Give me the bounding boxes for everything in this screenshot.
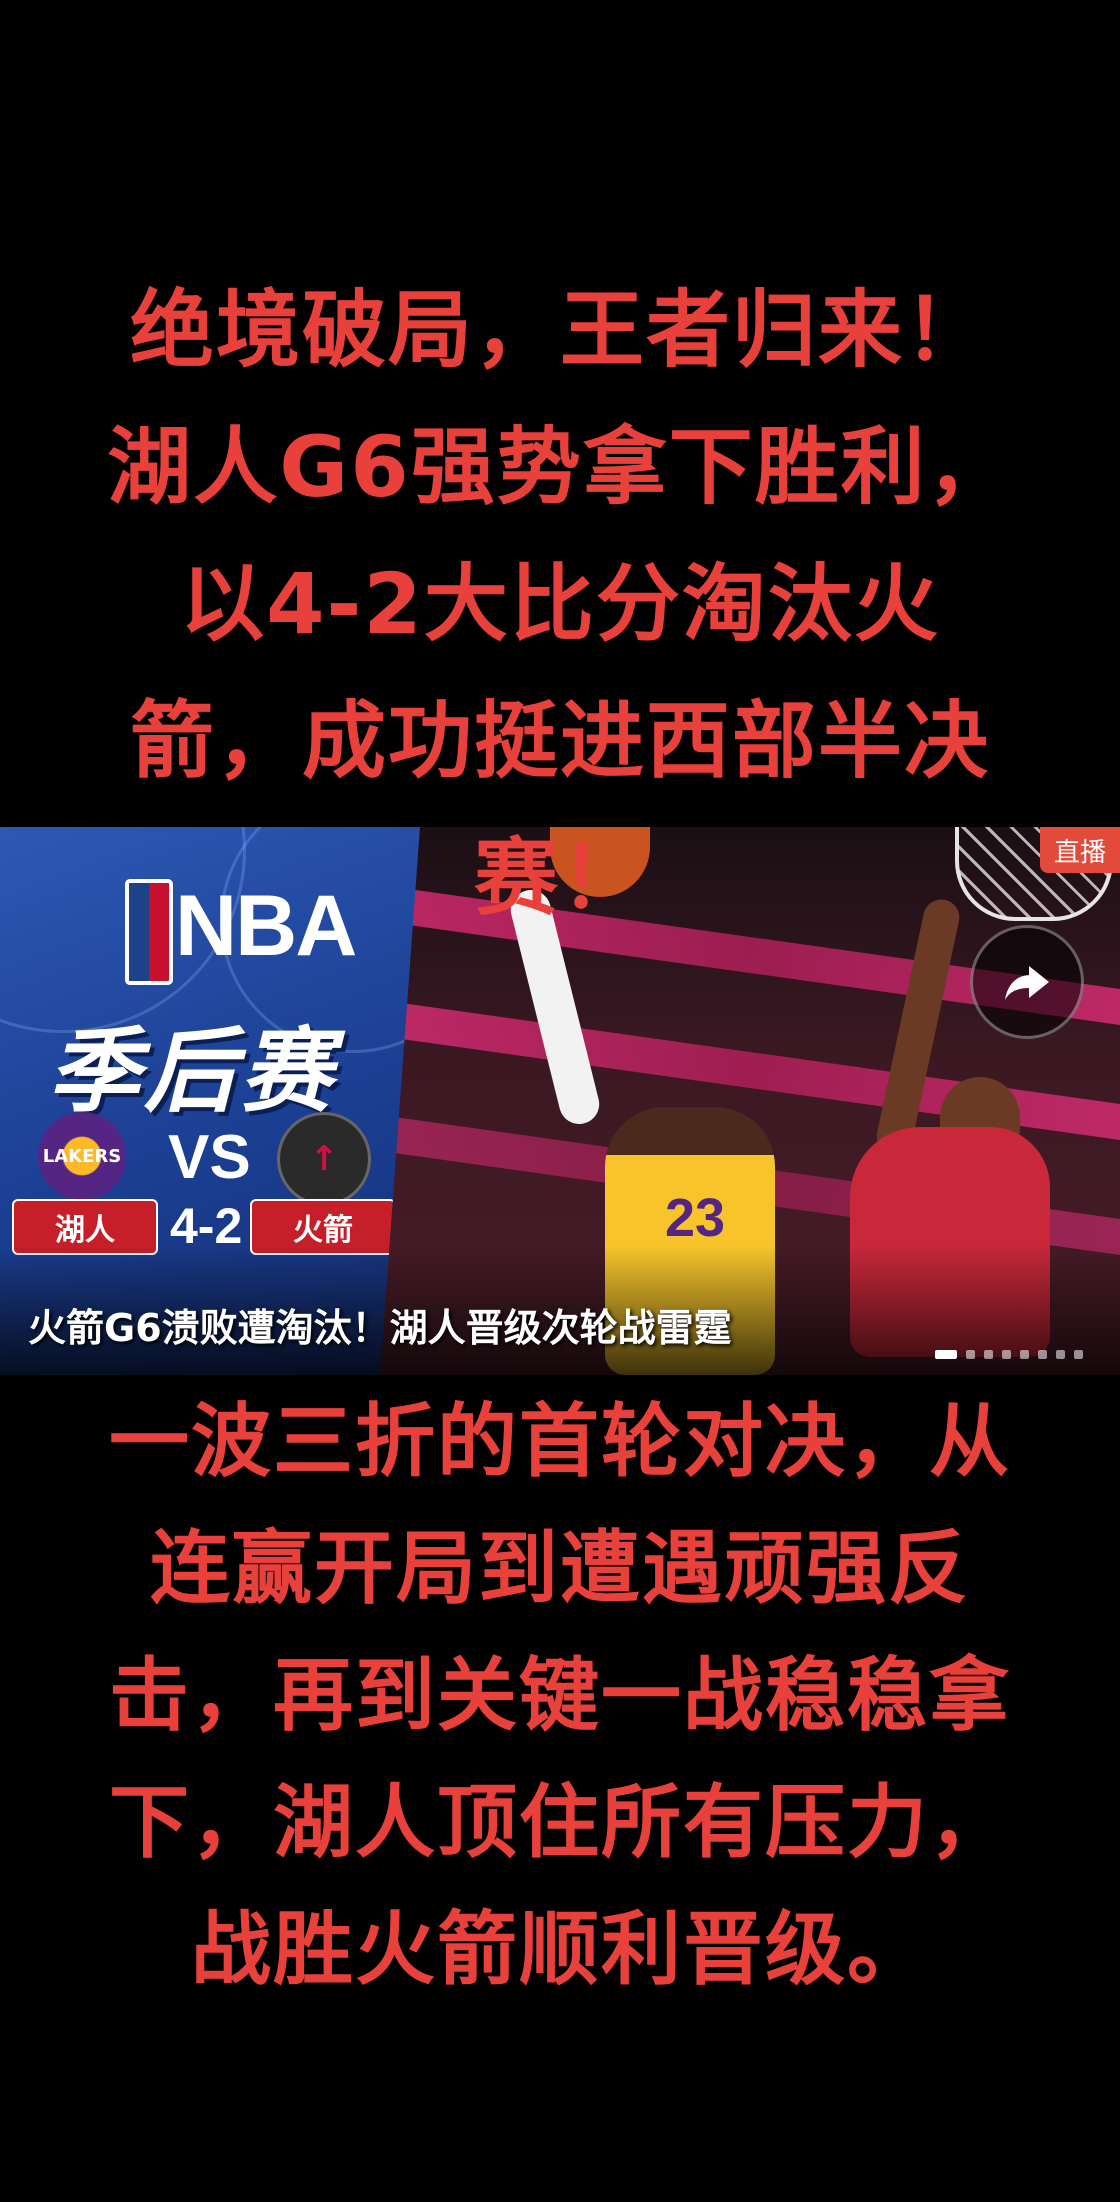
lakers-logo-icon: LAKERS xyxy=(38,1112,126,1200)
pager-dot[interactable] xyxy=(966,1350,975,1359)
jersey-number: 23 xyxy=(665,1188,726,1248)
body-text: 一波三折的首轮对决，从连赢开局到遭遇顽强反击，再到关键一战稳稳拿下，湖人顶住所有… xyxy=(109,1395,1011,1996)
headline-text: 绝境破局，王者归来！湖人G6强势拿下胜利，以4-2大比分淘汰火箭，成功挺进西部半… xyxy=(107,281,1013,927)
rockets-logo-icon: ↑ xyxy=(277,1112,371,1206)
lakers-logo-text: LAKERS xyxy=(42,1145,122,1167)
pager-dot[interactable] xyxy=(984,1350,993,1359)
playoff-title: 季后赛 xyxy=(48,1018,337,1125)
video-caption[interactable]: 火箭G6溃败遭淘汰！湖人晋级次轮战雷霆 xyxy=(28,1297,732,1352)
pager-dot[interactable] xyxy=(1002,1350,1011,1359)
share-arrow-icon xyxy=(1005,966,1049,1000)
rockets-logo-glyph: ↑ xyxy=(309,1139,339,1179)
pager-dot[interactable] xyxy=(1038,1350,1047,1359)
pager-dot[interactable] xyxy=(1020,1350,1029,1359)
pager-dot[interactable] xyxy=(1056,1350,1065,1359)
carousel-pager[interactable] xyxy=(935,1350,1083,1359)
pager-dot[interactable] xyxy=(1074,1350,1083,1359)
pager-dot[interactable] xyxy=(935,1350,957,1359)
vs-label: VS xyxy=(168,1123,251,1192)
